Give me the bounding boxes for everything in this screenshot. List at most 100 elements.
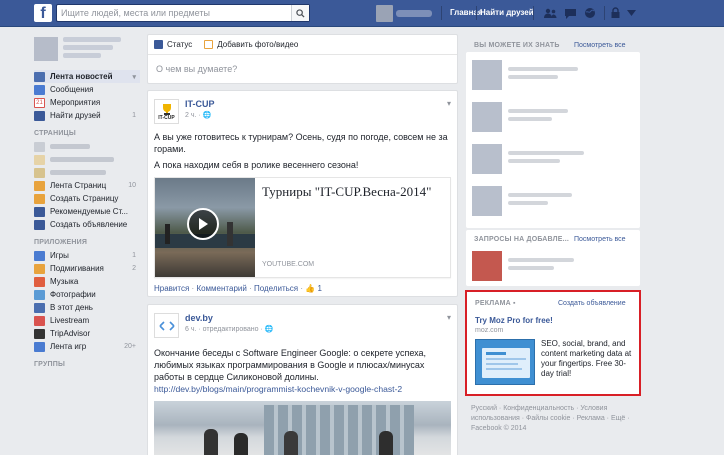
privacy-lock-icon[interactable] <box>608 6 622 20</box>
friend-requests-heading: ЗАПРОСЫ НА ДОБАВЛЕ... <box>474 236 570 243</box>
post-time[interactable]: 2 ч. · <box>185 112 201 119</box>
search-button[interactable] <box>291 5 309 21</box>
news-feed-icon <box>34 71 45 82</box>
footer: Русский · Конфиденциальность · Условия и… <box>471 404 641 434</box>
nav-divider <box>533 6 534 20</box>
sidebar-item-page-blurred[interactable] <box>34 140 140 153</box>
nav-divider <box>476 6 477 20</box>
list-item[interactable] <box>472 182 634 220</box>
search-input[interactable] <box>57 5 282 21</box>
ad-text[interactable]: SEO, social, brand, and content marketin… <box>541 339 637 379</box>
profile-shortcut[interactable] <box>34 34 140 64</box>
sidebar-item-games-feed[interactable]: Лента игр 20+ <box>34 340 140 353</box>
list-item[interactable] <box>472 247 634 285</box>
games-icon <box>34 250 45 261</box>
footer-links[interactable]: Русский · Конфиденциальность · Условия и… <box>471 404 641 424</box>
sidebar-item-on-this-day[interactable]: В этот день <box>34 301 140 314</box>
post-text: Окончание беседы с Software Engineer Goo… <box>154 348 427 382</box>
left-sidebar: Лента новостей ▾ Сообщения 21 Мероприяти… <box>34 34 140 371</box>
sidebar-item-find-friends[interactable]: Найти друзей 1 <box>34 109 140 122</box>
post-time[interactable]: 6 ч. · отредактировано · <box>185 326 263 333</box>
sidebar-item-page-blurred[interactable] <box>34 166 140 179</box>
nav-divider <box>441 6 442 20</box>
status-tab[interactable]: Статус <box>154 40 192 49</box>
share-link[interactable]: Поделиться <box>254 284 298 293</box>
sidebar-item-create-page[interactable]: Создать Страницу <box>34 192 140 205</box>
composer-tabs: Статус Добавить фото/видео <box>148 35 457 55</box>
friend-requests-see-all-link[interactable]: Посмотреть все <box>574 236 626 243</box>
sidebar-item-pages-feed[interactable]: Лента Страниц 10 <box>34 179 140 192</box>
sidebar-item-create-ad[interactable]: Создать объявление <box>34 218 140 231</box>
sidebar-item-tripadvisor[interactable]: TripAdvisor <box>34 327 140 340</box>
sidebar-item-events[interactable]: 21 Мероприятия <box>34 96 140 109</box>
section-head-groups: ГРУППЫ <box>34 360 66 368</box>
chevron-down-icon[interactable]: ▾ <box>132 73 136 81</box>
link-title[interactable]: Турниры "IT-CUP.Весна-2014" <box>262 184 431 200</box>
add-photo-video-tab[interactable]: Добавить фото/видео <box>204 40 298 49</box>
post-text: А вы уже готовитесь к турнирам? Осень, с… <box>154 132 448 154</box>
sidebar-item-games[interactable]: Игры 1 <box>34 249 140 262</box>
post-header: dev.by 6 ч. · отредактировано · 🌐 <box>154 313 274 338</box>
sidebar-item-page-blurred[interactable] <box>34 153 140 166</box>
list-item[interactable] <box>472 98 634 136</box>
sponsored-ad-highlighted: РЕКЛАМА ▪ Создать объявление Try Moz Pro… <box>465 290 641 396</box>
sidebar-item-recommended-pages[interactable]: Рекомендуемые Ст... <box>34 205 140 218</box>
ad-title-link[interactable]: Try Moz Pro for free! <box>475 316 553 325</box>
feed-post: dev.by 6 ч. · отредактировано · 🌐 ▾ Окон… <box>147 304 458 455</box>
flag-icon <box>34 193 45 204</box>
search-box <box>56 4 310 22</box>
link-domain: YOUTUBE.COM <box>262 261 315 268</box>
music-note-icon <box>34 276 45 287</box>
ad-image[interactable] <box>475 339 535 385</box>
nav-home-link[interactable]: Главная <box>450 8 483 17</box>
sidebar-item-news-feed[interactable]: Лента новостей ▾ <box>34 70 140 83</box>
pymk-heading: ВЫ МОЖЕТЕ ИХ ЗНАТЬ <box>474 42 560 49</box>
page-icon <box>34 154 45 165</box>
post-author[interactable]: dev.by <box>185 313 274 323</box>
likes-count[interactable]: 1 <box>317 284 321 293</box>
comment-link[interactable]: Комментарий <box>196 284 246 293</box>
sidebar-item-photos[interactable]: Фотографии <box>34 288 140 301</box>
link-preview[interactable]: Турниры "IT-CUP.Весна-2014" YOUTUBE.COM <box>154 177 451 278</box>
recommended-pages-icon <box>34 206 45 217</box>
notifications-globe-icon[interactable] <box>583 6 597 20</box>
post-options-chevron-icon[interactable]: ▾ <box>447 313 451 322</box>
post-url-link[interactable]: http://dev.by/blogs/main/programmist-koc… <box>154 383 451 395</box>
profile-avatar[interactable] <box>34 37 58 61</box>
like-link[interactable]: Нравится <box>154 284 189 293</box>
messages-icon[interactable] <box>563 6 577 20</box>
post-header: IT-CUP IT-CUP 2 ч. · 🌐 <box>154 99 215 124</box>
ad-domain: moz.com <box>475 327 504 334</box>
sidebar-item-messages[interactable]: Сообщения <box>34 83 140 96</box>
dev-by-logo-icon <box>158 320 175 331</box>
post-text: А пока находим себя в ролике весеннего с… <box>154 160 359 170</box>
sidebar-item-livestream[interactable]: Livestream <box>34 314 140 327</box>
calendar-icon: 21 <box>34 97 45 108</box>
top-bar: f Главная Найти друзей <box>0 0 724 27</box>
list-item[interactable] <box>472 140 634 178</box>
camera-icon <box>204 40 214 49</box>
play-icon[interactable] <box>187 208 219 240</box>
user-avatar[interactable] <box>376 5 393 22</box>
user-name-blurred[interactable] <box>396 10 432 17</box>
nav-find-friends-link[interactable]: Найти друзей <box>480 8 534 17</box>
globe-icon: 🌐 <box>264 326 274 333</box>
pymk-see-all-link[interactable]: Посмотреть все <box>574 42 626 49</box>
dev-by-avatar[interactable] <box>154 313 179 338</box>
video-thumbnail[interactable] <box>155 178 255 277</box>
post-image[interactable] <box>154 401 451 455</box>
settings-chevron-down-icon[interactable] <box>624 6 638 20</box>
status-input[interactable]: О чем вы думаете? <box>148 55 457 83</box>
messages-icon <box>34 84 45 95</box>
sidebar-item-pokes[interactable]: Подмигивания 2 <box>34 262 140 275</box>
facebook-logo-icon[interactable]: f <box>34 4 52 22</box>
post-options-chevron-icon[interactable]: ▾ <box>447 99 451 108</box>
create-ad-link[interactable]: Создать объявление <box>558 300 626 307</box>
trophy-icon <box>162 103 171 115</box>
profile-name-blurred[interactable] <box>63 37 121 61</box>
it-cup-avatar[interactable]: IT-CUP <box>154 99 179 124</box>
sidebar-item-music[interactable]: Музыка <box>34 275 140 288</box>
post-author[interactable]: IT-CUP <box>185 99 215 109</box>
friend-requests-icon[interactable] <box>543 6 557 20</box>
list-item[interactable] <box>472 56 634 94</box>
